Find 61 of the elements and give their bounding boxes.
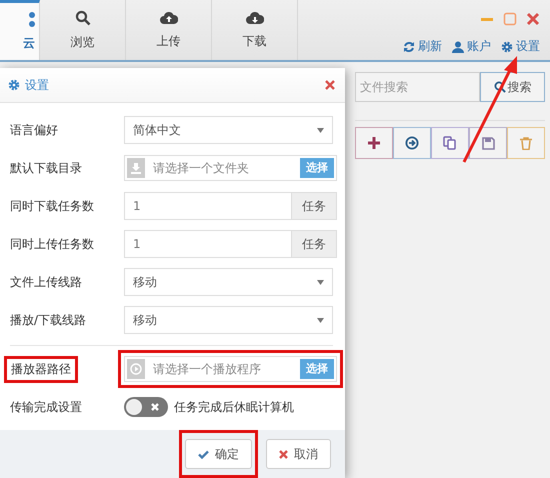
forward-button[interactable] [393,127,431,159]
copy-button[interactable] [431,127,469,159]
header-link[interactable]: 刷新 [403,38,442,55]
toggle-switch[interactable] [124,397,168,417]
check-icon [198,450,209,458]
caret-icon [317,318,324,322]
file-picker-field[interactable]: 请选择一个播放程序 选择 [124,356,337,382]
nav-tab[interactable]: 上传 [126,0,212,60]
header-link[interactable]: 设置 [501,38,540,55]
nav-tab[interactable]: 云 [0,0,40,60]
cloud-download-icon [246,10,264,24]
trash-icon [520,136,532,150]
dropdown[interactable]: 移动 [124,268,333,296]
cancel-button[interactable]: 取消 [266,439,331,469]
plus-icon [368,137,380,149]
user-icon [452,40,464,52]
field-label: 文件上传线路 [10,274,82,288]
add-button[interactable] [355,127,393,159]
caret-icon [317,128,324,132]
save-button[interactable] [469,127,507,159]
header-link[interactable]: 账户 [452,38,491,55]
download-icon [127,158,145,178]
field-label: 同时上传任务数 [10,236,94,250]
field-label: 传输完成设置 [10,400,82,414]
cloud-upload-icon [160,10,178,24]
number-input[interactable]: 1 [124,230,292,258]
play-icon [127,359,145,379]
field-label: 同时下载任务数 [10,198,94,212]
settings-icon [8,79,20,91]
arrow-circle-icon [405,136,419,150]
file-picker-field[interactable]: 请选择一个文件夹 选择 [124,155,337,181]
close-icon[interactable] [526,12,540,26]
dropdown[interactable]: 简体中文 [124,116,333,144]
number-input[interactable]: 1 [124,192,292,220]
refresh-icon [403,40,415,52]
settings-icon [501,40,513,52]
caret-icon [317,280,324,284]
close-icon[interactable] [325,80,335,90]
confirm-button[interactable]: 确定 [185,439,252,469]
search-icon [494,81,506,93]
dropdown[interactable]: 移动 [124,306,333,334]
field-label: 播放器路径 [11,362,71,376]
x-icon [279,450,288,458]
nav-tab[interactable]: 下载 [212,0,298,60]
delete-button[interactable] [507,127,545,159]
choose-button[interactable]: 选择 [300,359,334,379]
input-addon: 任务 [292,230,337,258]
copy-icon [443,136,457,150]
field-label: 播放/下载线路 [10,312,86,326]
search-button[interactable]: 搜索 [480,72,545,102]
field-label: 默认下载目录 [10,160,82,174]
input-addon: 任务 [292,192,337,220]
nav-tab[interactable]: 浏览 [40,0,126,60]
dots-icon [29,12,35,26]
x-icon [150,402,160,412]
toggle-label: 任务完成后休眠计算机 [174,398,294,416]
choose-button[interactable]: 选择 [300,158,334,178]
search-field[interactable]: 文件搜索 [355,72,480,102]
dialog-title: 设置 [25,76,49,94]
field-label: 语言偏好 [10,122,58,136]
search-icon [74,10,90,26]
